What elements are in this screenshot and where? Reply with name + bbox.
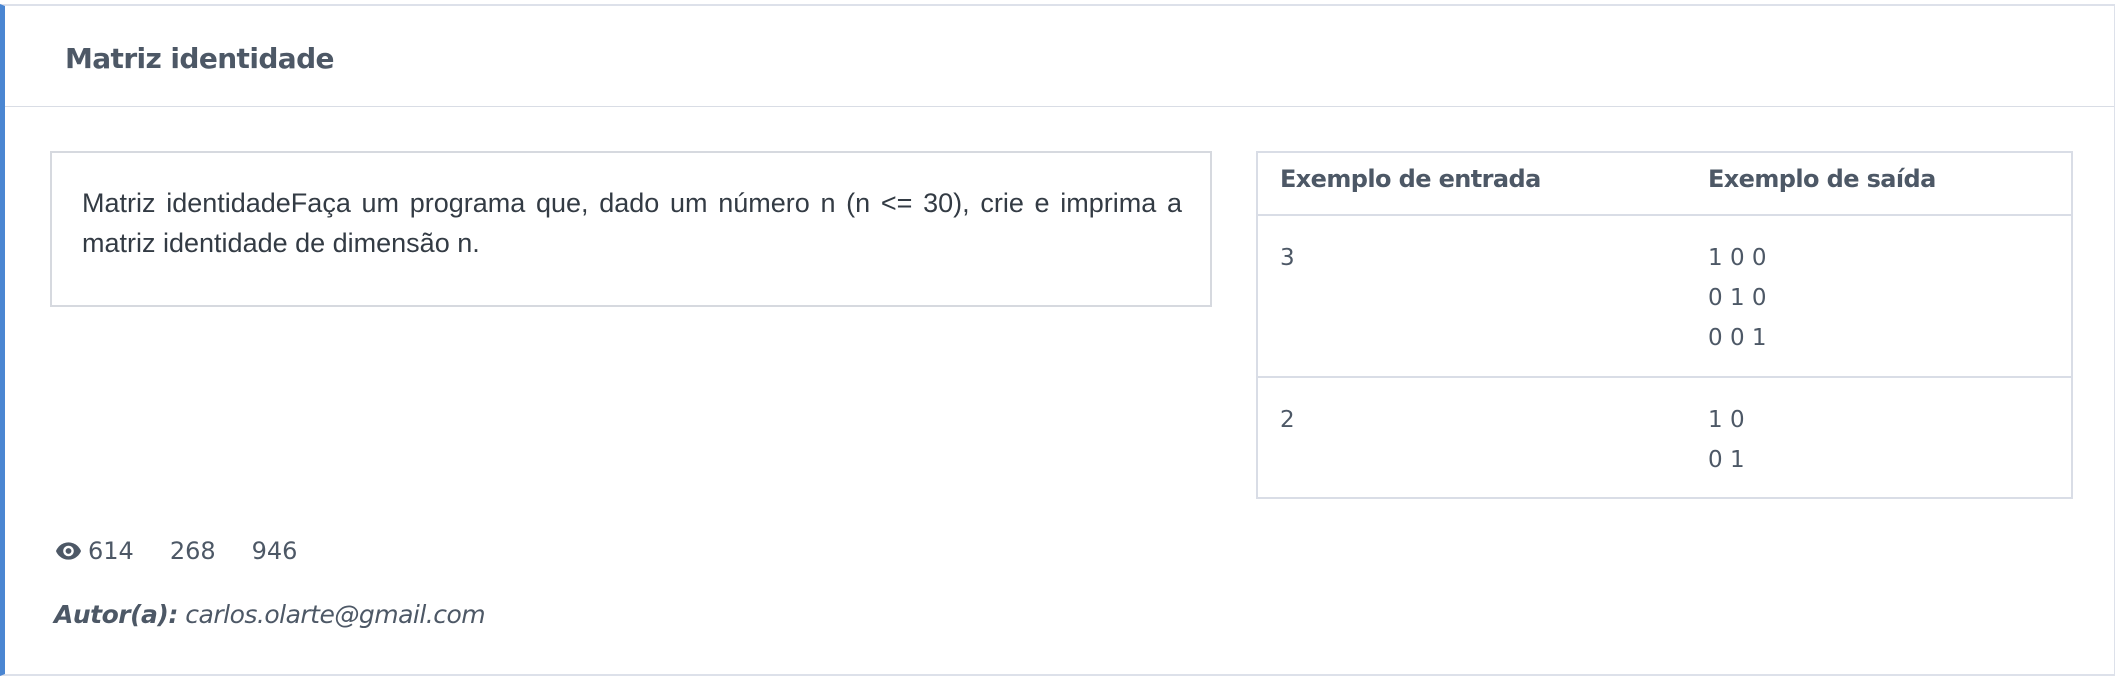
example-row: 2 1 0 0 1 [1258, 378, 2071, 497]
author-label: Autor(a): [54, 600, 178, 629]
example-input: 2 [1280, 407, 1295, 433]
eye-icon [55, 542, 82, 560]
example-output: 1 0 0 1 [1708, 407, 1745, 473]
problem-statement: Matriz identidadeFaça um programa que, d… [82, 188, 1182, 258]
problem-card: Matriz identidade Matriz identidadeFaça … [0, 4, 2115, 676]
problem-stats: 614 268 946 [55, 534, 297, 568]
author-line: Autor(a): carlos.olarte@gmail.com [54, 600, 486, 629]
output-column-header: Exemplo de saída [1708, 165, 1936, 193]
example-input: 3 [1280, 245, 1295, 271]
examples-table-header: Exemplo de entrada Exemplo de saída [1258, 153, 2071, 216]
input-column-header: Exemplo de entrada [1280, 165, 1541, 193]
example-row: 3 1 0 0 0 1 0 0 0 1 [1258, 216, 2071, 378]
stat-count: 268 [169, 537, 216, 565]
views-count: 614 [88, 537, 134, 565]
stat-count: 946 [251, 537, 298, 565]
examples-table: Exemplo de entrada Exemplo de saída 3 1 … [1256, 151, 2073, 499]
problem-statement-box: Matriz identidadeFaça um programa que, d… [50, 151, 1212, 307]
problem-title: Matriz identidade [65, 42, 335, 75]
author-email: carlos.olarte@gmail.com [185, 600, 486, 629]
card-header: Matriz identidade [5, 6, 2114, 107]
example-output: 1 0 0 0 1 0 0 0 1 [1708, 245, 1767, 351]
